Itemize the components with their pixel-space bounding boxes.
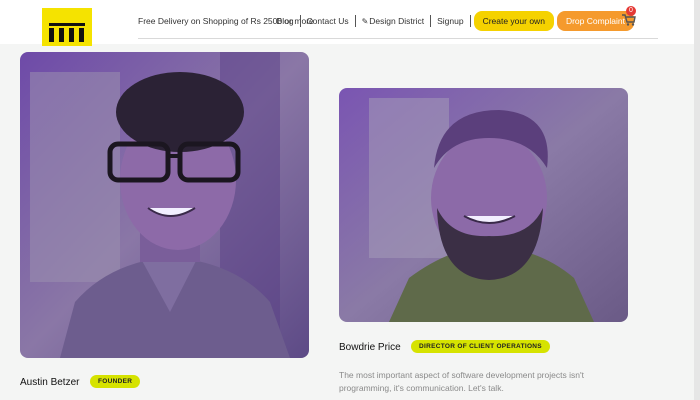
team-member-name: Austin Betzer [20,377,80,388]
role-badge: FOUNDER [90,375,141,388]
nav-design-district-link[interactable]: ✎Design District [356,16,431,26]
logo-bar [49,28,54,42]
design-district-label: Design District [369,16,425,26]
cart-count-badge: 0 [626,6,636,16]
nav-signup-link[interactable]: Signup [431,16,469,26]
page-scrollbar[interactable] [694,0,700,400]
portrait-image [20,52,309,358]
team-photo-austin [20,52,309,358]
logo-bar [79,28,84,42]
header-divider [138,38,658,39]
role-badge: DIRECTOR OF CLIENT OPERATIONS [411,340,550,353]
team-photo-bowdrie [339,88,628,322]
pencil-icon: ✎ [361,17,369,26]
create-your-own-button[interactable]: Create your own [473,11,554,31]
nav-blog-link[interactable]: Blog [271,16,300,26]
team-member-name: Bowdrie Price [339,342,401,353]
brand-logo[interactable] [42,8,92,46]
logo-bar [59,28,64,42]
header-nav: Blog Contact Us ✎Design District Signup … [271,11,634,31]
top-header: Free Delivery on Shopping of Rs 2500 or … [0,0,700,46]
nav-contact-link[interactable]: Contact Us [301,16,355,26]
logo-cap [49,23,85,26]
nav-divider [469,15,471,27]
portrait-image [339,88,628,322]
team-member-bio: The most important aspect of software de… [339,370,584,393]
logo-bar [69,28,74,42]
